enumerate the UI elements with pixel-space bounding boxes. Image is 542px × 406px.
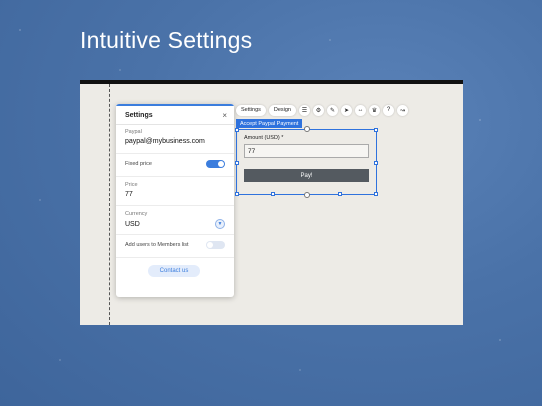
resize-handle[interactable] <box>338 192 342 196</box>
page-guide-line <box>109 84 110 325</box>
toggle-knob <box>218 161 224 167</box>
resize-handle[interactable] <box>235 128 239 132</box>
pay-button[interactable]: Pay! <box>244 169 369 182</box>
chevron-down-icon[interactable]: ▼ <box>215 219 225 229</box>
editor-canvas: Settings × Paypal paypal@mybusiness.com … <box>80 80 463 325</box>
currency-value: USD <box>125 220 140 228</box>
settings-panel-header: Settings × <box>116 104 234 125</box>
gear-icon[interactable]: ⚙ <box>313 104 324 116</box>
divider <box>116 176 234 177</box>
stretch-icon[interactable]: ↔ <box>355 104 366 116</box>
divider <box>116 153 234 154</box>
widget-name-tag: Accept Paypal Payment <box>236 119 303 128</box>
drag-handle[interactable] <box>304 126 310 132</box>
settings-button[interactable]: Settings <box>236 104 266 116</box>
resize-handle[interactable] <box>374 192 378 196</box>
help-icon[interactable]: ? <box>383 104 394 116</box>
resize-handle[interactable] <box>235 161 239 165</box>
divider <box>116 205 234 206</box>
resize-handle[interactable] <box>374 161 378 165</box>
paypal-payment-widget[interactable]: Amount (USD) * 77 Pay! <box>235 126 378 198</box>
settings-panel-title: Settings <box>125 111 153 119</box>
widget-toolbar: Settings Design ☰ ⚙ ✎ ➤ ↔ ♛ ? ↝ <box>236 104 408 116</box>
amount-label: Amount (USD) * <box>244 135 284 141</box>
divider <box>116 234 234 235</box>
close-icon[interactable]: × <box>222 111 227 120</box>
currency-select[interactable]: USD ▼ <box>125 219 225 229</box>
resize-handle[interactable] <box>374 128 378 132</box>
toggle-knob <box>207 242 213 248</box>
members-label: Add users to Members list <box>125 242 189 248</box>
members-row: Add users to Members list <box>125 241 225 249</box>
price-section[interactable]: Price 77 <box>125 182 225 198</box>
slide-title: Intuitive Settings <box>80 27 253 53</box>
animation-icon[interactable]: ➤ <box>341 104 352 116</box>
crown-icon[interactable]: ♛ <box>369 104 380 116</box>
fixed-price-toggle[interactable] <box>206 160 225 168</box>
resize-handle[interactable] <box>271 192 275 196</box>
currency-label: Currency <box>125 211 148 217</box>
drag-handle[interactable] <box>304 192 310 198</box>
paypal-section[interactable]: Paypal paypal@mybusiness.com <box>125 129 225 145</box>
paypal-label: Paypal <box>125 129 142 135</box>
currency-section[interactable]: Currency USD ▼ <box>125 211 225 229</box>
list-check-icon[interactable]: ☰ <box>299 104 310 116</box>
pen-icon[interactable]: ✎ <box>327 104 338 116</box>
design-button[interactable]: Design <box>268 104 296 116</box>
contact-us-button[interactable]: Contact us <box>148 265 200 277</box>
fixed-price-row: Fixed price <box>125 160 225 168</box>
fixed-price-label: Fixed price <box>125 161 152 167</box>
divider <box>116 257 234 258</box>
paypal-email-field[interactable]: paypal@mybusiness.com <box>125 138 225 145</box>
members-toggle[interactable] <box>206 241 225 249</box>
amount-input[interactable]: 77 <box>244 144 369 158</box>
price-field[interactable]: 77 <box>125 191 225 198</box>
settings-panel: Settings × Paypal paypal@mybusiness.com … <box>116 104 234 297</box>
price-label: Price <box>125 182 138 188</box>
resize-handle[interactable] <box>235 192 239 196</box>
link-icon[interactable]: ↝ <box>397 104 408 116</box>
